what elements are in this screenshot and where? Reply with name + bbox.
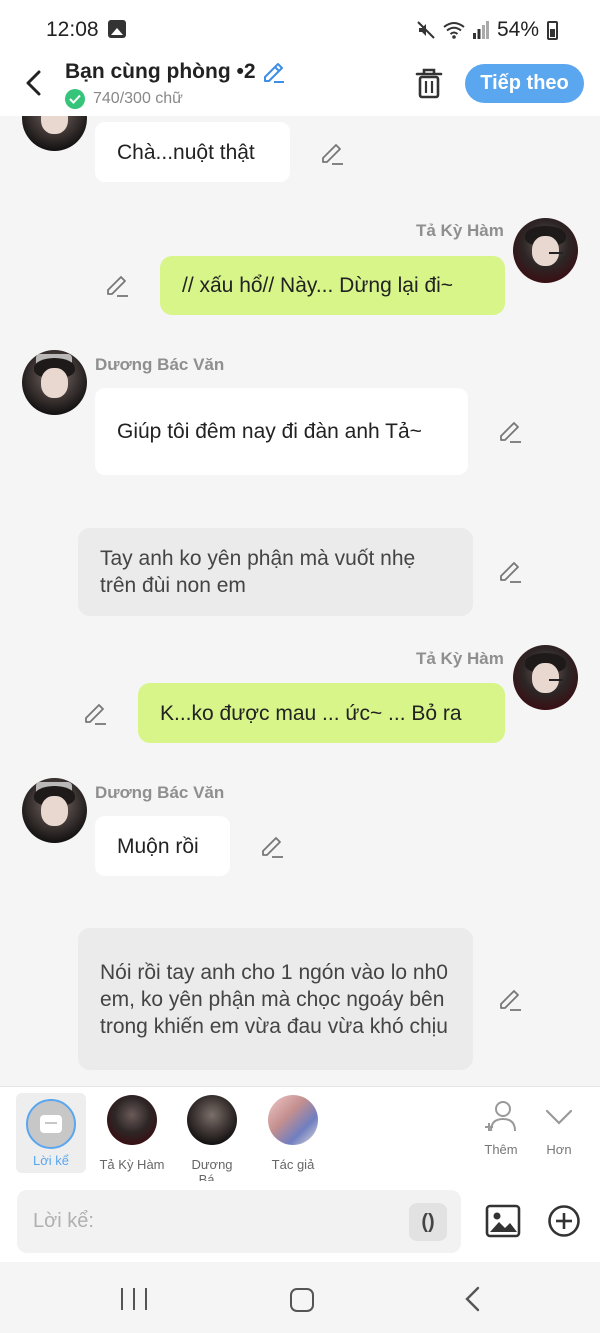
edit-pencil-icon[interactable]: [319, 140, 345, 166]
gallery-notification-icon: [108, 20, 126, 38]
message-bubble[interactable]: K...ko được mau ... ức~ ... Bỏ ra: [138, 683, 505, 743]
status-bar: 12:08 54%: [0, 0, 600, 58]
message-text: Giúp tôi đêm nay đi đàn anh Tả~: [117, 420, 422, 443]
character-option-ta-ky-ham[interactable]: Tả Kỳ Hàm: [97, 1095, 167, 1172]
word-count-text: 740/300 chữ: [93, 90, 183, 107]
edit-pencil-icon[interactable]: [104, 272, 130, 298]
character-label: Tả Kỳ Hàm: [99, 1157, 165, 1172]
message-bubble[interactable]: // xấu hổ// Này... Dừng lại đi~: [160, 256, 505, 315]
narration-text: Nói rồi tay anh cho 1 ngón vào lo nh0 em…: [100, 960, 448, 1038]
message-text: K...ko được mau ... ức~ ... Bỏ ra: [160, 701, 462, 725]
avatar-duong-bac-van: [187, 1095, 237, 1145]
avatar-duong-bac-van[interactable]: [22, 116, 87, 151]
edit-title-icon[interactable]: [262, 60, 286, 84]
chevron-down-icon: [545, 1109, 573, 1125]
edit-pencil-icon[interactable]: [82, 700, 108, 726]
avatar-ta-ky-ham: [107, 1095, 157, 1145]
sender-name: Tả Kỳ Hàm: [416, 649, 504, 668]
chat-area: Chà...nuột thật Tả Kỳ Hàm // xấu hổ// Nà…: [0, 116, 600, 1086]
message-text: Muộn rồi: [117, 834, 199, 858]
next-button[interactable]: Tiếp theo: [465, 64, 584, 103]
avatar-ta-ky-ham[interactable]: [513, 645, 578, 710]
narration-text: Tay anh ko yên phận mà vuốt nhẹ trên đùi…: [100, 547, 416, 597]
add-label: Thêm: [484, 1142, 518, 1157]
recents-button[interactable]: [121, 1288, 147, 1310]
message-text: // xấu hổ// Này... Dừng lại đi~: [182, 274, 454, 297]
check-icon: [65, 89, 85, 109]
message-input-box: (): [17, 1190, 461, 1253]
character-selector: Lời kể Tả Kỳ Hàm Dương Bá... Tác giả Thê…: [0, 1086, 600, 1187]
story-title-text: Bạn cùng phòng •2: [65, 60, 256, 83]
word-count: 740/300 chữ: [65, 89, 183, 109]
avatar-ta-ky-ham[interactable]: [513, 218, 578, 283]
signal-icon: [472, 21, 489, 39]
top-app-bar: Bạn cùng phòng •2 740/300 chữ Tiếp theo: [0, 58, 600, 116]
narration-bubble[interactable]: Tay anh ko yên phận mà vuốt nhẹ trên đùi…: [78, 528, 473, 616]
trash-icon[interactable]: [413, 66, 445, 100]
sender-name: Dương Bác Văn: [95, 783, 225, 802]
message-text: Chà...nuột thật: [117, 140, 255, 164]
wifi-icon: [443, 22, 465, 39]
status-time: 12:08: [46, 18, 99, 41]
battery-percent: 54%: [496, 18, 539, 41]
edit-pencil-icon[interactable]: [259, 833, 285, 859]
story-title[interactable]: Bạn cùng phòng •2: [65, 60, 286, 84]
sender-name: Tả Kỳ Hàm: [416, 221, 504, 240]
image-icon[interactable]: [485, 1203, 521, 1239]
message-bubble[interactable]: Muộn rồi: [95, 816, 230, 876]
chevron-left-icon: [26, 70, 41, 96]
mute-icon: [417, 21, 435, 39]
narrator-label: Lời kể: [33, 1153, 69, 1168]
avatar-duong-bac-van[interactable]: [22, 350, 87, 415]
battery-icon: [547, 20, 558, 40]
edit-pencil-icon[interactable]: [497, 558, 523, 584]
back-nav-icon[interactable]: [462, 1286, 482, 1312]
message-input[interactable]: [33, 1190, 413, 1253]
narrator-option[interactable]: Lời kể: [16, 1093, 86, 1173]
add-circle-icon[interactable]: [547, 1204, 581, 1238]
parenthesis-button[interactable]: (): [409, 1203, 447, 1241]
character-label: Tác giả: [271, 1157, 315, 1172]
home-button[interactable]: [290, 1288, 314, 1312]
character-option-duong-bac-van[interactable]: Dương Bá...: [177, 1095, 247, 1187]
edit-pencil-icon[interactable]: [497, 986, 523, 1012]
message-bubble[interactable]: Giúp tôi đêm nay đi đàn anh Tả~: [95, 388, 468, 475]
back-button[interactable]: [18, 68, 48, 98]
add-person-icon: [485, 1101, 516, 1132]
avatar-duong-bac-van[interactable]: [22, 778, 87, 843]
system-nav-bar: [0, 1262, 600, 1333]
narration-bubble[interactable]: Nói rồi tay anh cho 1 ngón vào lo nh0 em…: [78, 928, 473, 1070]
sender-name: Dương Bác Văn: [95, 355, 225, 374]
edit-pencil-icon[interactable]: [497, 418, 523, 444]
narrator-icon: [26, 1099, 76, 1149]
more-label: Hơn: [546, 1142, 572, 1157]
character-option-author[interactable]: Tác giả: [258, 1095, 328, 1172]
more-button[interactable]: Hơn: [529, 1099, 589, 1157]
status-indicators: 54%: [417, 18, 558, 42]
author-avatar: [268, 1095, 318, 1145]
composer: (): [0, 1181, 600, 1262]
message-bubble[interactable]: Chà...nuột thật: [95, 122, 290, 182]
add-character-button[interactable]: Thêm: [471, 1099, 531, 1157]
